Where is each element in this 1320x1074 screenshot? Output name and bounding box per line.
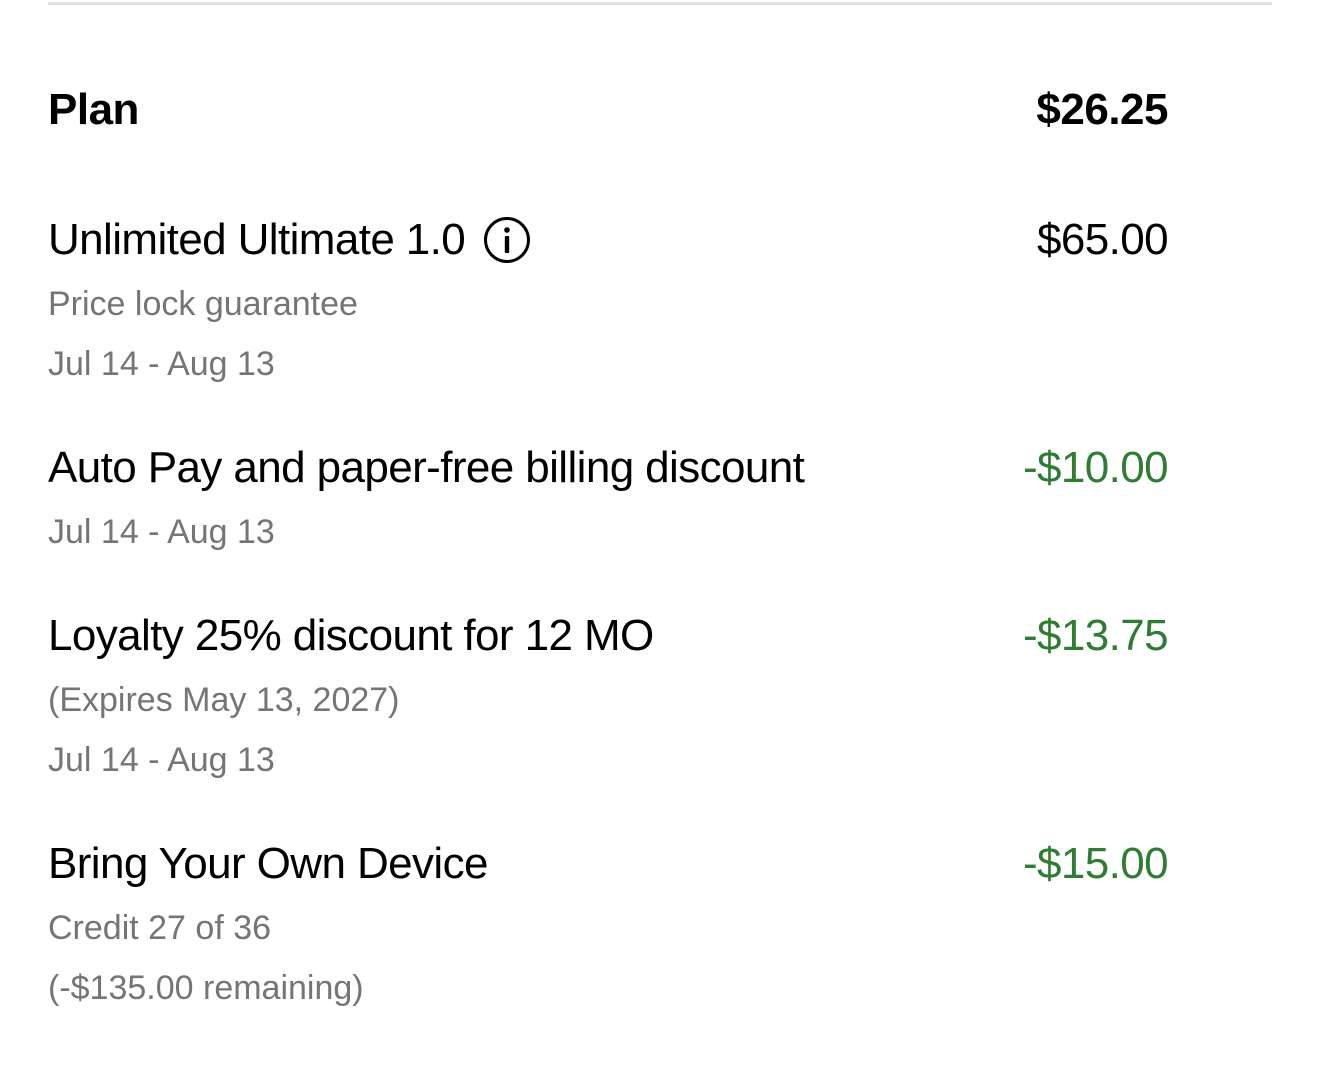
line-item-date-range: Jul 14 - Aug 13 <box>48 741 275 779</box>
line-item-title: Bring Your Own Device <box>48 839 488 888</box>
line-item-autopay-discount: Auto Pay and paper-free billing discount… <box>48 442 1169 554</box>
info-icon[interactable] <box>483 216 531 264</box>
line-item-unlimited-ultimate: Unlimited Ultimate 1.0 $65.00 Price lock… <box>48 214 1169 384</box>
plan-total-amount: $26.25 <box>1036 85 1168 134</box>
line-item-date-range: Jul 14 - Aug 13 <box>48 513 275 551</box>
line-item-detail: Price lock guarantee <box>48 285 358 323</box>
line-item-date-range: Jul 14 - Aug 13 <box>48 345 275 383</box>
info-circle-icon <box>484 217 531 263</box>
line-item-title: Unlimited Ultimate 1.0 <box>48 214 531 266</box>
line-item-title-text: Unlimited Ultimate 1.0 <box>48 215 466 264</box>
line-item-amount: -$15.00 <box>1022 839 1169 888</box>
line-item-amount: $65.00 <box>1037 215 1169 264</box>
plan-label: Plan <box>48 85 139 134</box>
line-item-byod-credit: Bring Your Own Device -$15.00 Credit 27 … <box>48 838 1169 1008</box>
line-item-credit-progress: Credit 27 of 36 <box>48 909 272 947</box>
line-item-title: Loyalty 25% discount for 12 MO <box>48 611 654 660</box>
line-item-amount: -$13.75 <box>1022 611 1169 660</box>
plan-header: Plan $26.25 <box>48 84 1168 136</box>
line-item-title: Auto Pay and paper-free billing discount <box>48 443 805 492</box>
line-item-remaining: (-$135.00 remaining) <box>48 969 364 1007</box>
line-item-loyalty-discount: Loyalty 25% discount for 12 MO -$13.75 (… <box>48 610 1169 780</box>
top-divider <box>48 2 1272 5</box>
line-item-expiration: (Expires May 13, 2027) <box>48 681 400 719</box>
line-item-amount: -$10.00 <box>1022 443 1169 492</box>
